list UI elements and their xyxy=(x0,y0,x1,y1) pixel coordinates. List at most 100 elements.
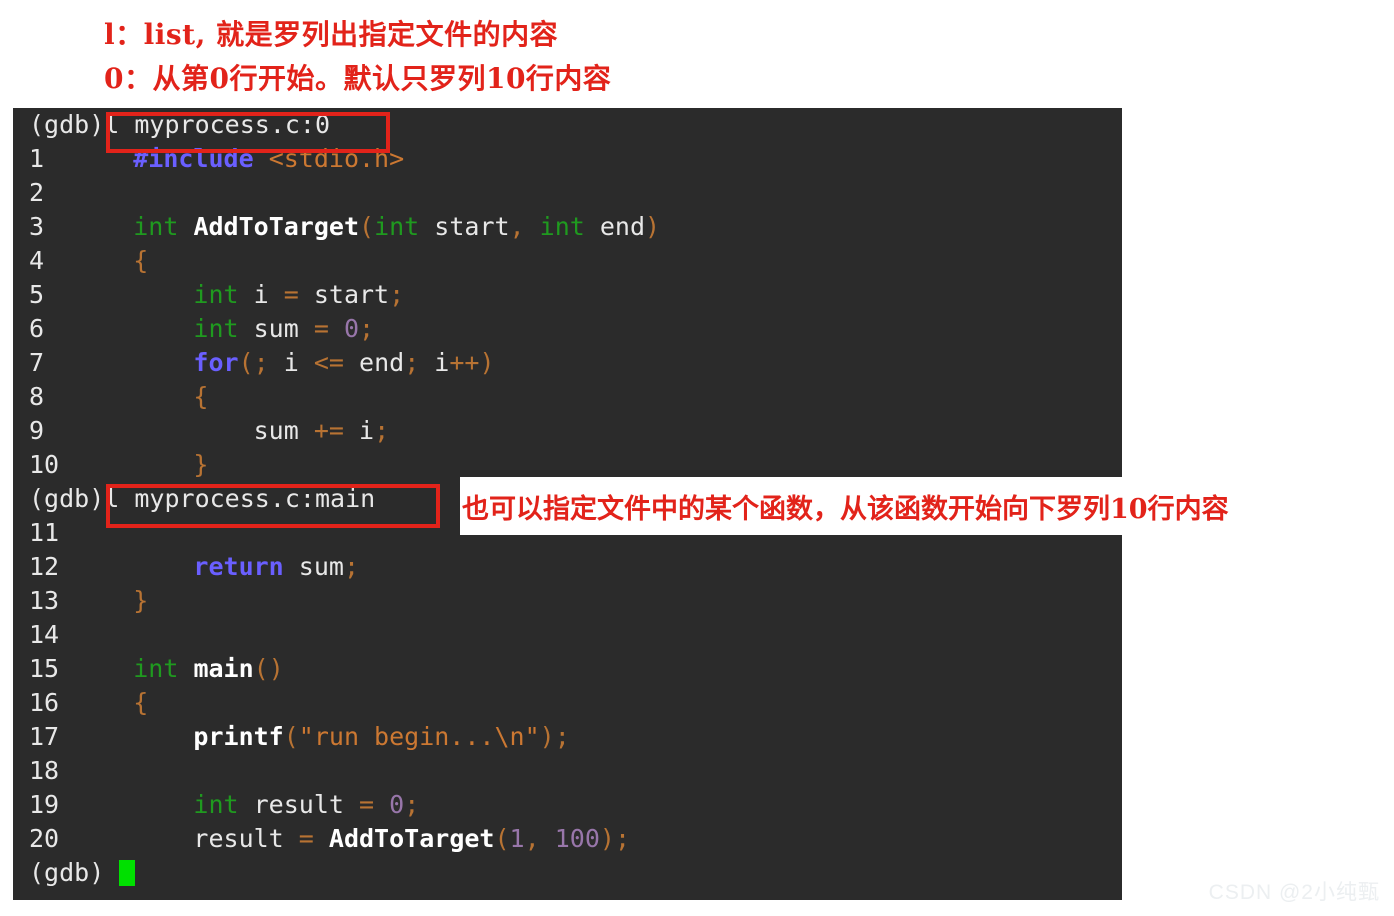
code-token: = xyxy=(298,824,314,853)
annotation-side-strip: 也可以指定文件中的某个函数，从该函数开始向下罗列10行内容 xyxy=(460,477,1394,535)
code-token: ( xyxy=(283,722,299,751)
code-token: i xyxy=(343,416,375,445)
code-line: 8 { xyxy=(13,380,1122,414)
code-text: int sum = 0; xyxy=(73,314,374,343)
terminal-final-prompt: (gdb) xyxy=(13,856,1122,890)
code-token: return xyxy=(193,552,284,581)
line-number: 18 xyxy=(29,756,60,785)
annotation-line-2: 0：从第0行开始。默认只罗列10行内容 xyxy=(104,62,612,95)
line-number: 11 xyxy=(29,518,60,547)
code-text: int main() xyxy=(73,654,284,683)
code-token: int xyxy=(539,212,585,241)
code-token: , xyxy=(509,212,525,241)
line-number: 2 xyxy=(29,178,45,207)
code-token: <= xyxy=(313,348,344,377)
code-listing-second: 11 12 return sum; 13 } 14 15 int main() 16 {1… xyxy=(13,516,1122,856)
code-text: printf("run begin...\n"); xyxy=(73,722,569,751)
code-text: result = AddToTarget(1, 100); xyxy=(73,824,630,853)
code-token: ) xyxy=(539,722,555,751)
line-number: 7 xyxy=(29,348,45,377)
code-text: return sum; xyxy=(73,552,359,581)
code-token: += xyxy=(313,416,344,445)
code-token: ; xyxy=(253,348,269,377)
code-token: ; xyxy=(359,314,375,343)
code-token: int xyxy=(133,654,179,683)
terminal-command-line-1: (gdb)l myprocess.c:0 xyxy=(13,108,1122,142)
code-line: 1 #include <stdio.h> xyxy=(13,142,1122,176)
code-token: ( xyxy=(359,212,375,241)
line-number: 19 xyxy=(29,790,60,819)
code-text: { xyxy=(73,688,148,717)
line-number: 6 xyxy=(29,314,45,343)
terminal-cursor xyxy=(119,860,136,886)
code-line: 18 xyxy=(13,754,1122,788)
line-number: 4 xyxy=(29,246,45,275)
code-line: 14 xyxy=(13,618,1122,652)
code-token: = xyxy=(359,790,375,819)
gdb-prompt-3: (gdb) xyxy=(29,858,105,887)
code-token: = xyxy=(283,280,299,309)
gdb-prompt-2: (gdb) xyxy=(29,484,105,513)
code-token: sum xyxy=(253,416,314,445)
command-text-2[interactable]: l myprocess.c:main xyxy=(104,484,375,513)
code-token: result xyxy=(238,790,359,819)
code-token: <stdio.h> xyxy=(268,144,405,173)
code-token: start xyxy=(419,212,510,241)
code-line: 19 int result = 0; xyxy=(13,788,1122,822)
code-text: #include <stdio.h> xyxy=(73,144,404,173)
code-line: 16 { xyxy=(13,686,1122,720)
code-line: 13 } xyxy=(13,584,1122,618)
code-line: 2 xyxy=(13,176,1122,210)
code-token: ; xyxy=(374,416,390,445)
line-number: 17 xyxy=(29,722,60,751)
code-token: sum xyxy=(283,552,344,581)
annotation-side-text: 也可以指定文件中的某个函数，从该函数开始向下罗列10行内容 xyxy=(462,493,1229,525)
line-number: 8 xyxy=(29,382,45,411)
code-token: main xyxy=(193,654,254,683)
line-number: 20 xyxy=(29,824,60,853)
code-token: ) xyxy=(599,824,615,853)
command-text-1[interactable]: l myprocess.c:0 xyxy=(104,110,330,139)
line-number: 12 xyxy=(29,552,60,581)
line-number: 10 xyxy=(29,450,60,479)
code-text: { xyxy=(73,382,208,411)
line-number: 5 xyxy=(29,280,45,309)
code-line: 20 result = AddToTarget(1, 100); xyxy=(13,822,1122,856)
code-token: 0 xyxy=(343,314,360,343)
line-number: 16 xyxy=(29,688,60,717)
code-text: int result = 0; xyxy=(73,790,419,819)
code-token: for xyxy=(193,348,239,377)
code-token: ) xyxy=(479,348,495,377)
code-token: #include xyxy=(133,144,254,173)
code-line: 3 int AddToTarget(int start, int end) xyxy=(13,210,1122,244)
code-token: { xyxy=(133,246,149,275)
code-line: 15 int main() xyxy=(13,652,1122,686)
line-number: 3 xyxy=(29,212,45,241)
code-token: result xyxy=(193,824,299,853)
code-token: ; xyxy=(389,280,405,309)
code-token: int xyxy=(193,280,239,309)
code-line: 9 sum += i; xyxy=(13,414,1122,448)
code-token: { xyxy=(133,688,149,717)
line-number: 15 xyxy=(29,654,60,683)
code-token: AddToTarget xyxy=(328,824,495,853)
code-line: 4 { xyxy=(13,244,1122,278)
code-token: sum xyxy=(238,314,314,343)
code-token: } xyxy=(133,586,149,615)
code-line: 17 printf("run begin...\n"); xyxy=(13,720,1122,754)
code-token: ) xyxy=(645,212,661,241)
code-token: i xyxy=(419,348,450,377)
code-token: int xyxy=(193,790,239,819)
csdn-watermark: CSDN @2小纯甄 xyxy=(1208,881,1380,904)
code-token: { xyxy=(193,382,209,411)
code-token: printf xyxy=(193,722,284,751)
code-text: int i = start; xyxy=(73,280,404,309)
code-token: 0 xyxy=(389,790,405,819)
